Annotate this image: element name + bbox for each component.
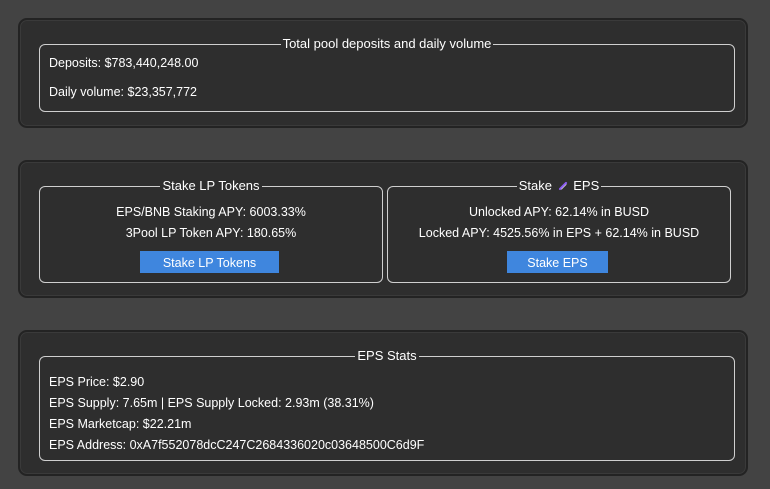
stake-panel: Stake LP Tokens EPS/BNB Staking APY: 600… bbox=[18, 160, 748, 298]
eps-bnb-apy-text: EPS/BNB Staking APY: 6003.33% bbox=[116, 205, 306, 219]
daily-volume-text: Daily volume: $23,357,772 bbox=[49, 85, 198, 99]
deposits-text: Deposits: $783,440,248.00 bbox=[49, 56, 199, 70]
eps-supply-text: EPS Supply: 7.65m | EPS Supply Locked: 2… bbox=[49, 396, 374, 410]
eps-address-text[interactable]: EPS Address: 0xA7f552078dcC247C268433602… bbox=[49, 438, 424, 453]
stake-lp-fieldset: Stake LP Tokens EPS/BNB Staking APY: 600… bbox=[39, 179, 383, 283]
pool-panel: Total pool deposits and daily volume Dep… bbox=[18, 18, 748, 128]
stats-legend: EPS Stats bbox=[357, 348, 417, 363]
unlocked-apy-text: Unlocked APY: 62.14% in BUSD bbox=[469, 205, 649, 219]
pool-legend: Total pool deposits and daily volume bbox=[282, 36, 492, 51]
eps-marketcap-text: EPS Marketcap: $22.21m bbox=[49, 417, 192, 431]
stake-eps-legend: Stake EPS bbox=[517, 179, 602, 193]
stats-panel: EPS Stats EPS Price: $2.90 EPS Supply: 7… bbox=[18, 330, 748, 476]
pool-fieldset: Total pool deposits and daily volume Dep… bbox=[39, 37, 735, 112]
locked-apy-text: Locked APY: 4525.56% in EPS + 62.14% in … bbox=[418, 226, 700, 240]
eps-price-text: EPS Price: $2.90 bbox=[49, 375, 145, 389]
stats-fieldset: EPS Stats EPS Price: $2.90 EPS Supply: 7… bbox=[39, 349, 735, 461]
stake-eps-legend-suffix: EPS bbox=[573, 178, 600, 193]
stake-eps-fieldset: Stake EPS Unlocked APY: 62.14% in BUSD L… bbox=[387, 179, 731, 283]
eps-token-icon bbox=[558, 180, 568, 191]
stake-lp-tokens-button[interactable]: Stake LP Tokens bbox=[140, 251, 279, 273]
stake-eps-legend-prefix: Stake bbox=[518, 178, 552, 193]
stake-lp-legend: Stake LP Tokens bbox=[162, 178, 260, 193]
stake-eps-button[interactable]: Stake EPS bbox=[507, 251, 608, 273]
three-pool-apy-text: 3Pool LP Token APY: 180.65% bbox=[125, 226, 297, 240]
